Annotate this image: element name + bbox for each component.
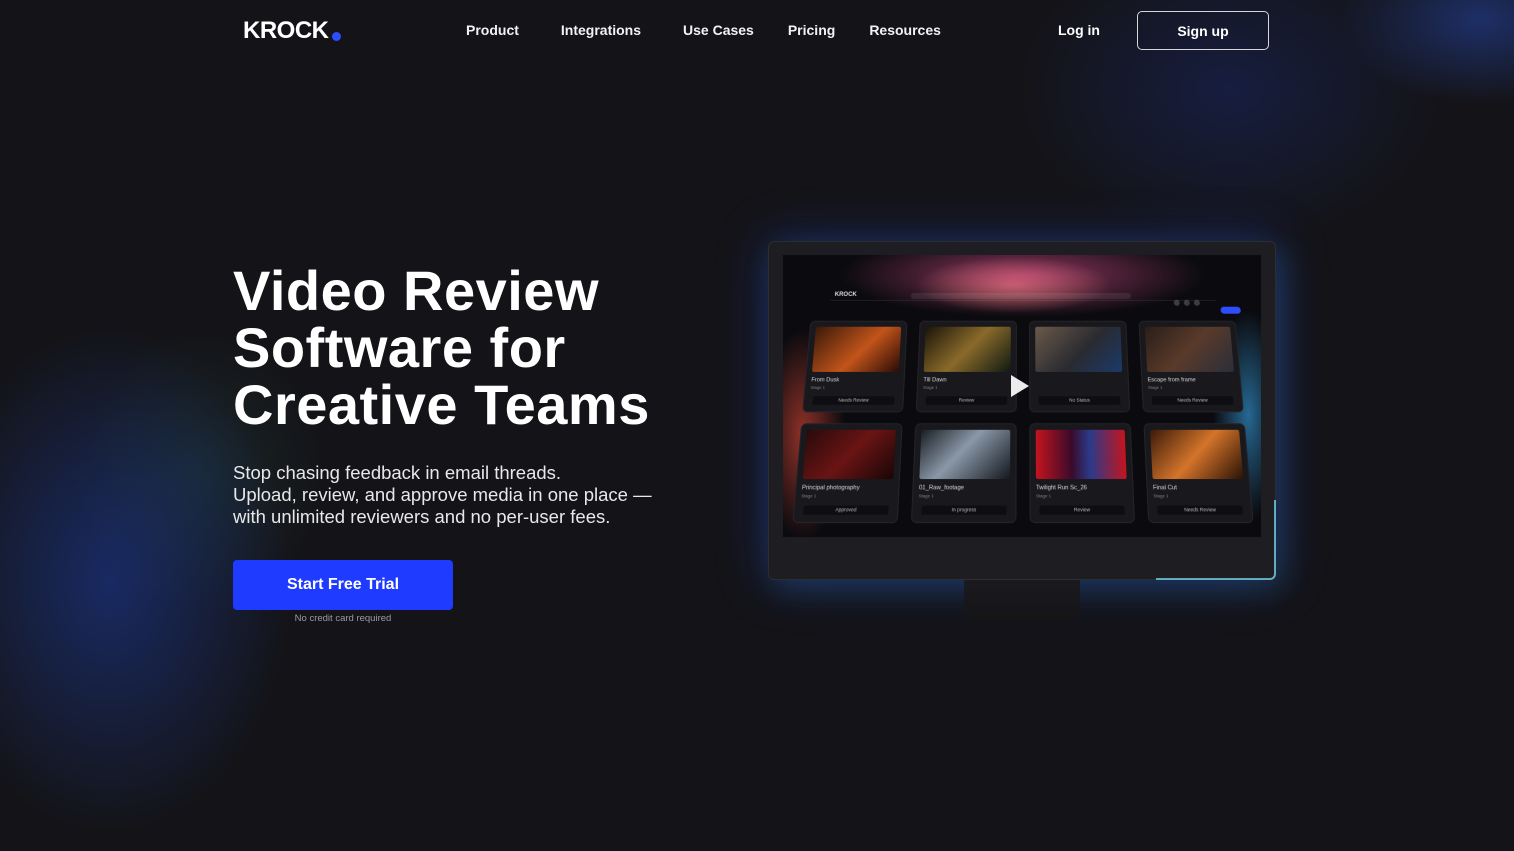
media-card: Till Dawn Stage 1 Review [915,320,1017,413]
media-status: Needs Review [1157,505,1244,515]
media-title: Till Dawn [923,377,947,384]
preview-media-grid: From Dusk Stage 1 Needs Review Till Dawn… [792,320,1254,524]
media-title: Escape from frame [1147,377,1197,384]
monitor-stand [964,580,1080,620]
preview-app-bar: KROCK [830,291,1216,306]
landing-page: KROCK Product Integrations Use Cases Pri… [0,0,1514,851]
media-card: Escape from frame Stage 1 Needs Review [1138,320,1244,413]
subtitle-line-1: Stop chasing feedback in email threads. [233,462,562,483]
headline-line-1: Video Review [233,259,600,322]
media-thumbnail [923,326,1011,372]
preview-screen[interactable]: KROCK From Dusk Stage 1 Needs Review Til… [783,255,1261,537]
media-thumbnail [1035,429,1127,480]
media-status: Review [1039,505,1125,515]
preview-search-bar [910,292,1132,299]
signup-button[interactable]: Sign up [1137,11,1269,50]
nav-link-resources[interactable]: Resources [869,22,941,38]
media-meta: Stage 1 [800,492,817,499]
media-status: Approved [802,505,889,515]
preview-app-icons [1169,293,1209,306]
start-free-trial-button[interactable]: Start Free Trial [233,560,453,610]
media-thumbnail [811,326,902,372]
hero-subtitle: Stop chasing feedback in email threads. … [233,462,703,528]
media-thumbnail [1144,326,1235,372]
media-thumbnail [1035,326,1123,372]
nav-link-integrations[interactable]: Integrations [561,22,641,38]
hero-headline: Video Review Software for Creative Teams [233,262,753,433]
nav-link-product[interactable]: Product [466,22,519,38]
media-card: Principal photography Stage 1 Approved [792,423,903,524]
media-status: Needs Review [1151,396,1234,405]
preview-new-button [1220,306,1242,314]
play-icon[interactable] [1011,375,1029,397]
media-title: 01_Raw_footage [918,484,965,492]
headline-line-3: Creative Teams [233,373,650,436]
media-thumbnail [802,429,896,480]
krock-logo[interactable]: KROCK [243,17,341,45]
media-meta: Stage 1 [1153,492,1169,499]
top-navigation: KROCK Product Integrations Use Cases Pri… [0,0,1514,62]
logo-text: KROCK [243,17,329,44]
media-meta: Stage 1 [918,492,934,499]
media-status: Review [925,396,1008,405]
media-card: 01_Raw_footage Stage 1 In progress [910,423,1017,524]
media-card: From Dusk Stage 1 Needs Review [802,320,908,413]
media-card: Final Cut Stage 1 Needs Review [1143,423,1254,524]
media-title: Final Cut [1152,484,1178,492]
nav-link-pricing[interactable]: Pricing [788,22,835,38]
preview-app: KROCK From Dusk Stage 1 Needs Review Til… [783,291,1261,537]
media-meta: Stage 1 [922,384,938,390]
media-meta: Stage 1 [1147,384,1163,390]
nav-links: Product Integrations Use Cases Pricing R… [466,22,941,38]
media-title: Principal photography [801,484,860,492]
subtitle-line-3: with unlimited reviewers and no per-user… [233,506,611,527]
headline-line-2: Software for [233,316,566,379]
login-link[interactable]: Log in [1058,22,1100,38]
subtitle-line-2: Upload, review, and approve media in one… [233,484,652,505]
logo-dot-icon [331,32,341,41]
media-meta: Stage 1 [810,384,826,390]
cta-note: No credit card required [294,613,392,624]
media-status: Needs Review [812,396,895,405]
media-meta: Stage 1 [1036,492,1052,499]
media-status: In progress [921,505,1007,515]
product-preview-monitor: KROCK From Dusk Stage 1 Needs Review Til… [768,241,1276,580]
media-thumbnail [919,429,1011,480]
media-card: No Status [1029,320,1131,413]
media-title: Twilight Run Sc_26 [1035,484,1088,492]
media-thumbnail [1150,429,1244,480]
media-status: No Status [1038,396,1121,405]
media-card: Twilight Run Sc_26 Stage 1 Review [1029,423,1136,524]
preview-app-logo: KROCK [834,291,857,298]
media-title: From Dusk [810,377,840,384]
nav-link-use-cases[interactable]: Use Cases [683,22,754,38]
